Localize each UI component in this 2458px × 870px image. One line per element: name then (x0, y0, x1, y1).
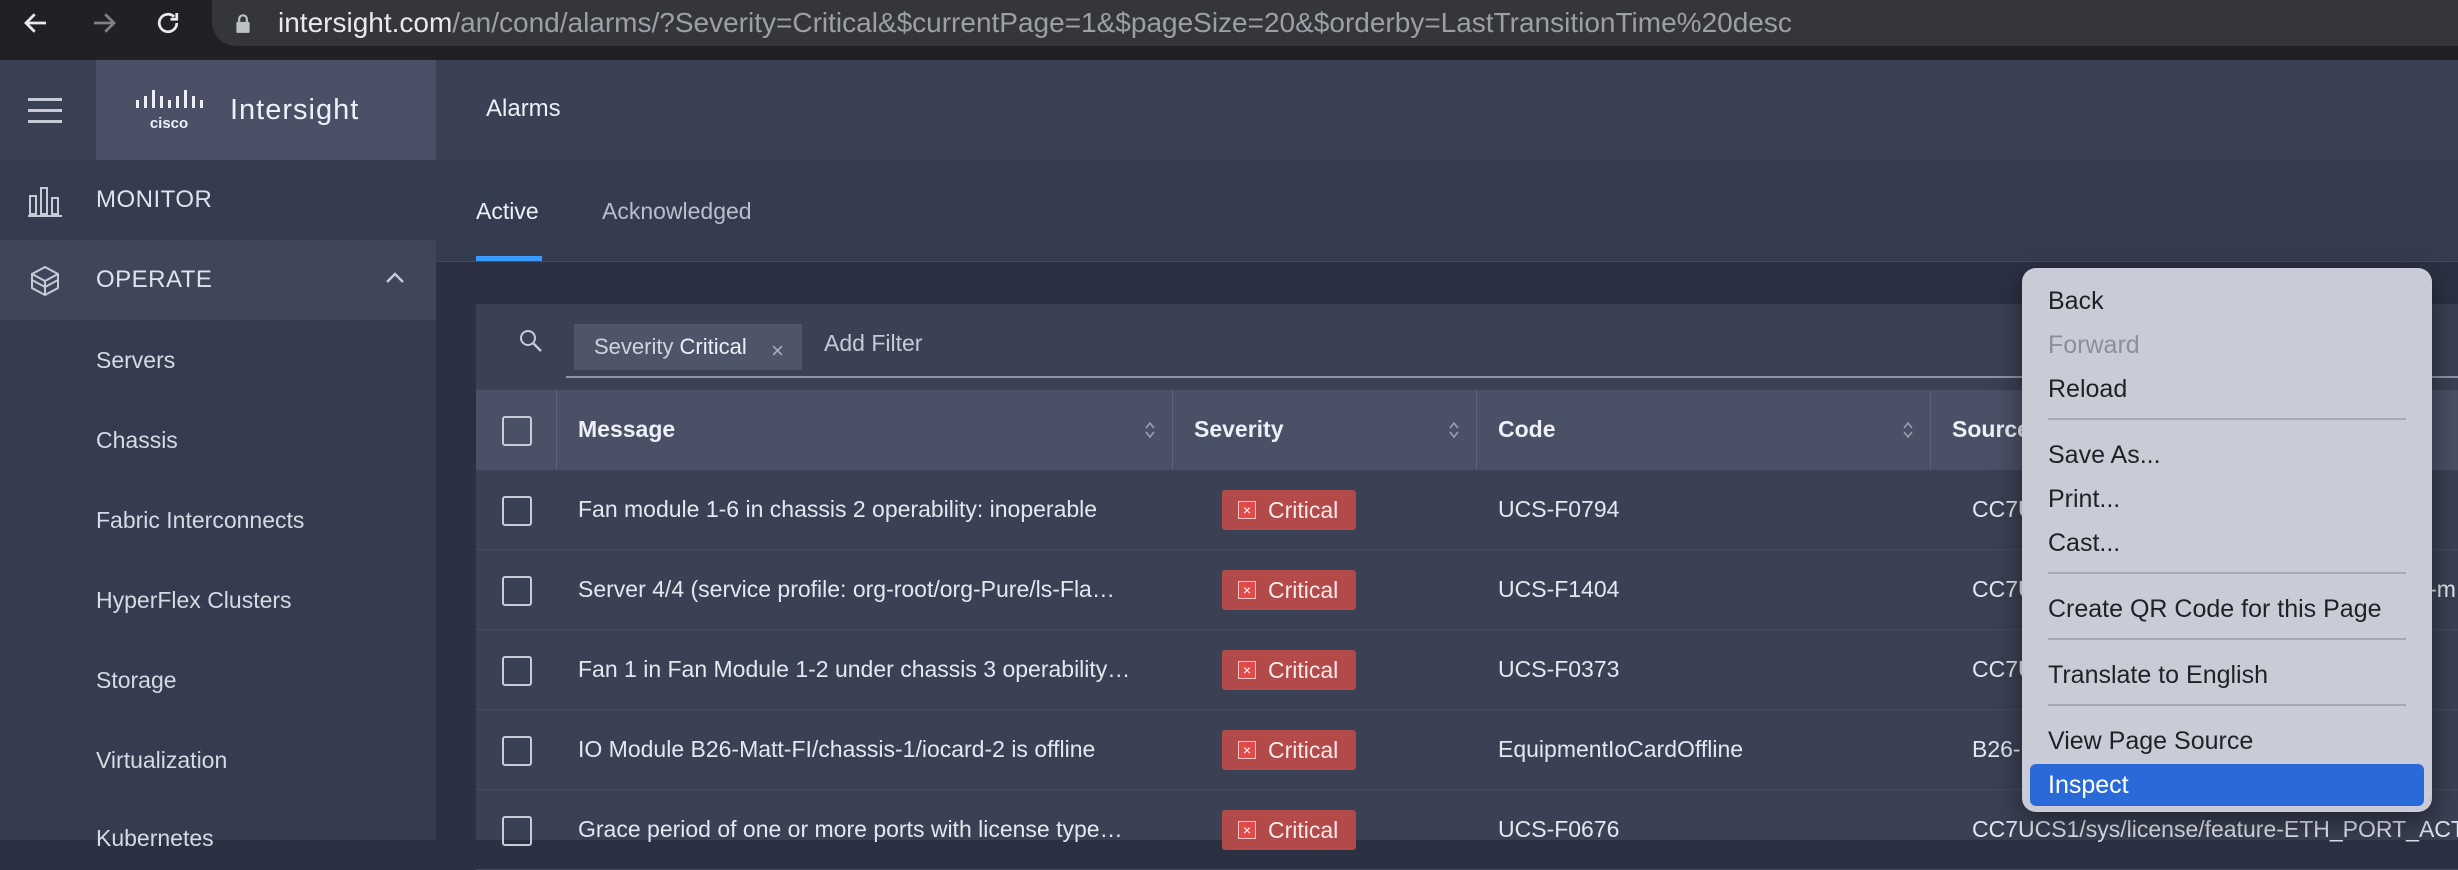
brand[interactable]: cisco Intersight (96, 60, 436, 160)
sidebar-item-hyperflex-clusters[interactable]: HyperFlex Clusters (96, 587, 292, 614)
sidebar-item-label: MONITOR (96, 186, 213, 213)
code-cell: UCS-F0676 (1498, 816, 1620, 842)
critical-icon: × (1238, 581, 1256, 599)
tab-acknowledged[interactable]: Acknowledged (602, 198, 752, 225)
menu-divider (2048, 418, 2406, 420)
back-icon[interactable] (12, 0, 60, 46)
menu-divider (2048, 704, 2406, 706)
sidebar-item-monitor[interactable]: MONITOR (0, 160, 436, 240)
message-cell: Server 4/4 (service profile: org-root/or… (578, 576, 1115, 602)
sort-icon[interactable] (1902, 420, 1914, 440)
row-checkbox[interactable] (502, 496, 532, 526)
chevron-up-icon[interactable] (384, 270, 406, 286)
app-header: cisco Intersight Alarms (0, 60, 2458, 160)
tab-bar: Active Acknowledged (436, 160, 2458, 262)
filter-chip-value: Critical (679, 334, 747, 359)
row-checkbox[interactable] (502, 656, 532, 686)
severity-badge: × Critical (1222, 810, 1356, 850)
column-divider (1476, 390, 1477, 470)
add-filter-input[interactable]: Add Filter (824, 330, 922, 357)
select-all-checkbox[interactable] (502, 416, 532, 446)
filter-chip-key: Severity (594, 334, 674, 359)
context-menu-back[interactable]: Back (2022, 280, 2432, 322)
context-menu-reload[interactable]: Reload (2022, 368, 2432, 410)
context-menu-translate[interactable]: Translate to English (2022, 654, 2432, 696)
severity-badge: × Critical (1222, 650, 1356, 690)
cisco-logo: cisco (136, 90, 203, 132)
critical-icon: × (1238, 661, 1256, 679)
column-header-message[interactable]: Message (578, 416, 675, 443)
sidebar-item-virtualization[interactable]: Virtualization (96, 747, 227, 774)
sidebar-item-kubernetes[interactable]: Kubernetes (96, 825, 214, 852)
menu-divider (2048, 572, 2406, 574)
message-cell: Grace period of one or more ports with l… (578, 816, 1123, 842)
browser-toolbar: intersight.com/an/cond/alarms/?Severity=… (0, 0, 2458, 60)
close-icon[interactable]: × (771, 338, 784, 364)
active-tab-indicator (476, 256, 542, 261)
message-cell: Fan module 1-6 in chassis 2 operability:… (578, 496, 1098, 522)
sort-icon[interactable] (1144, 420, 1156, 440)
code-cell: UCS-F0794 (1498, 496, 1620, 522)
menu-divider (2048, 638, 2406, 640)
column-divider (1930, 390, 1931, 470)
monitor-icon (28, 187, 62, 217)
context-menu-view-page-source[interactable]: View Page Source (2022, 720, 2432, 762)
sidebar: MONITOR OPERATE Servers Chassis Fabric I… (0, 160, 436, 851)
severity-badge: × Critical (1222, 570, 1356, 610)
filter-chip-severity[interactable]: Severity Critical × (574, 324, 802, 370)
column-divider (1172, 390, 1173, 470)
sidebar-item-servers[interactable]: Servers (96, 347, 175, 374)
context-menu: Back Forward Reload Save As... Print... … (2022, 268, 2432, 812)
row-checkbox[interactable] (502, 816, 532, 846)
message-cell: IO Module B26-Matt-FI/chassis-1/iocard-2… (578, 736, 1096, 762)
context-menu-print[interactable]: Print... (2022, 478, 2432, 520)
message-cell: Fan 1 in Fan Module 1-2 under chassis 3 … (578, 656, 1131, 682)
severity-badge: × Critical (1222, 730, 1356, 770)
lock-icon (236, 14, 250, 33)
code-cell: EquipmentIoCardOffline (1498, 736, 1744, 762)
tab-active[interactable]: Active (476, 198, 539, 225)
critical-icon: × (1238, 741, 1256, 759)
url-text: intersight.com/an/cond/alarms/?Severity=… (278, 7, 1792, 38)
column-header-severity[interactable]: Severity (1194, 416, 1284, 443)
source-cell: CC7UCS1/sys/license/feature-ETH_PORT_ACT… (1972, 816, 2458, 842)
context-menu-create-qr-code[interactable]: Create QR Code for this Page (2022, 588, 2432, 630)
forward-icon[interactable] (80, 0, 128, 46)
column-header-source[interactable]: Source (1952, 416, 2030, 443)
column-divider (556, 390, 557, 470)
page-title: Alarms (486, 95, 561, 122)
brand-name: Intersight (230, 94, 360, 126)
critical-icon: × (1238, 821, 1256, 839)
code-cell: UCS-F1404 (1498, 576, 1620, 602)
column-header-code[interactable]: Code (1498, 416, 1556, 443)
row-checkbox[interactable] (502, 736, 532, 766)
sidebar-item-chassis[interactable]: Chassis (96, 427, 178, 454)
sort-icon[interactable] (1448, 420, 1460, 440)
critical-icon: × (1238, 501, 1256, 519)
sidebar-item-label: OPERATE (96, 266, 213, 293)
row-checkbox[interactable] (502, 576, 532, 606)
context-menu-save-as[interactable]: Save As... (2022, 434, 2432, 476)
context-menu-inspect[interactable]: Inspect (2030, 764, 2424, 806)
context-menu-forward[interactable]: Forward (2022, 324, 2432, 366)
search-icon[interactable] (518, 328, 544, 354)
operate-cube-icon (31, 265, 59, 297)
sidebar-item-fabric-interconnects[interactable]: Fabric Interconnects (96, 507, 304, 534)
sidebar-item-operate[interactable]: OPERATE (0, 240, 436, 320)
svg-text:cisco: cisco (150, 115, 188, 132)
code-cell: UCS-F0373 (1498, 656, 1620, 682)
sidebar-item-storage[interactable]: Storage (96, 667, 177, 694)
context-menu-cast[interactable]: Cast... (2022, 522, 2432, 564)
reload-icon[interactable] (144, 0, 192, 46)
severity-badge: × Critical (1222, 490, 1356, 530)
address-bar[interactable]: intersight.com/an/cond/alarms/?Severity=… (212, 0, 2458, 46)
hamburger-menu-icon[interactable] (28, 98, 62, 124)
